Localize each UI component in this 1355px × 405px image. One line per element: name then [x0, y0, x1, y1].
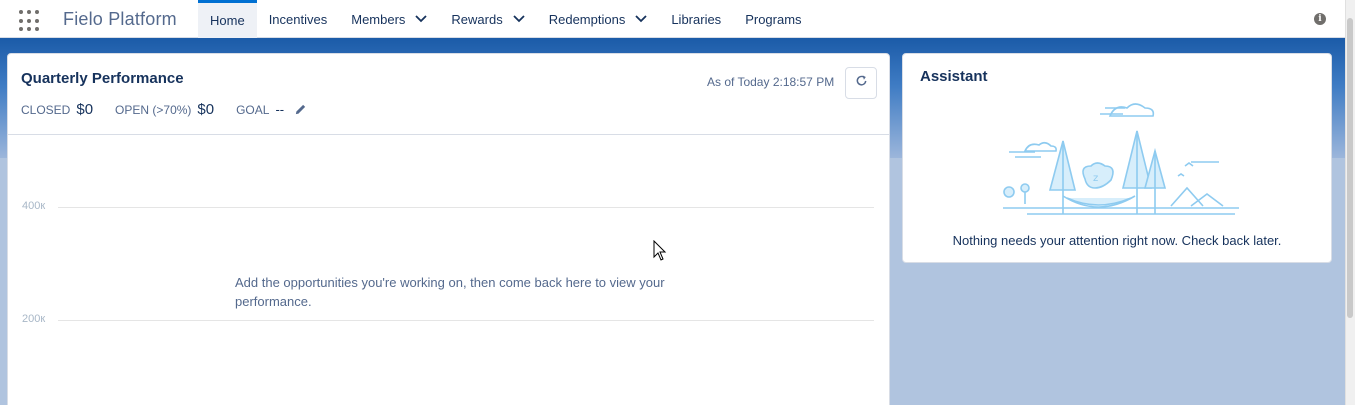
scrollbar-thumb[interactable] [1347, 18, 1353, 318]
assistant-empty-message: Nothing needs your attention right now. … [952, 233, 1282, 248]
edit-icon[interactable] [294, 103, 307, 116]
tab-home[interactable]: Home [198, 0, 257, 38]
svg-text:z: z [1093, 173, 1098, 184]
open-value: $0 [197, 101, 215, 118]
card-title: Assistant [920, 68, 988, 85]
tab-label: Rewards [451, 11, 503, 27]
closed-label: CLOSED [21, 103, 71, 117]
app-launcher-icon[interactable] [19, 10, 41, 32]
tab-rewards[interactable]: Rewards [439, 0, 536, 38]
tab-incentives[interactable]: Incentives [257, 0, 340, 38]
mouse-cursor-icon [653, 240, 667, 261]
tab-members[interactable]: Members [339, 0, 439, 38]
goal-value: -- [275, 102, 285, 117]
card-divider [8, 134, 889, 135]
assistant-card: Assistant z Nothing needs your attention… [902, 53, 1332, 263]
tab-label: Members [351, 11, 406, 27]
chart-gridline [58, 320, 874, 321]
tab-libraries[interactable]: Libraries [659, 0, 733, 38]
app-name: Fielo Platform [63, 9, 177, 29]
refresh-icon [855, 74, 868, 92]
tab-label: Incentives [268, 11, 328, 27]
refresh-button[interactable] [845, 67, 877, 99]
quarterly-performance-card: Quarterly Performance As of Today 2:18:5… [7, 53, 890, 405]
as-of-timestamp: As of Today 2:18:57 PM [707, 75, 835, 89]
tab-label: Home [210, 13, 245, 28]
chevron-down-icon[interactable] [635, 15, 647, 23]
closed-value: $0 [76, 101, 94, 118]
tab-label: Redemptions [548, 11, 626, 27]
goal-label: GOAL [236, 103, 270, 117]
y-tick-label: 400к [22, 200, 46, 212]
tab-redemptions[interactable]: Redemptions [537, 0, 660, 38]
chevron-down-icon[interactable] [415, 15, 428, 23]
card-title: Quarterly Performance [21, 70, 184, 87]
empty-state-illustration: z [1003, 103, 1239, 215]
top-navigation: Fielo Platform Home Incentives Members R… [0, 0, 1345, 38]
y-tick-label: 200к [22, 313, 46, 325]
open-label: OPEN (>70%) [115, 103, 192, 117]
tab-programs[interactable]: Programs [733, 0, 813, 38]
chevron-down-icon[interactable] [513, 15, 525, 23]
info-icon[interactable]: i [1314, 13, 1326, 25]
nav-tabs: Home Incentives Members Rewards Redempti… [198, 0, 814, 38]
tab-label: Programs [745, 11, 802, 27]
empty-state-message: Add the opportunities you're working on,… [222, 273, 710, 311]
tab-label: Libraries [671, 11, 722, 27]
chart-gridline [58, 207, 874, 208]
performance-metrics: CLOSED $0 OPEN (>70%) $0 GOAL -- [21, 101, 307, 118]
